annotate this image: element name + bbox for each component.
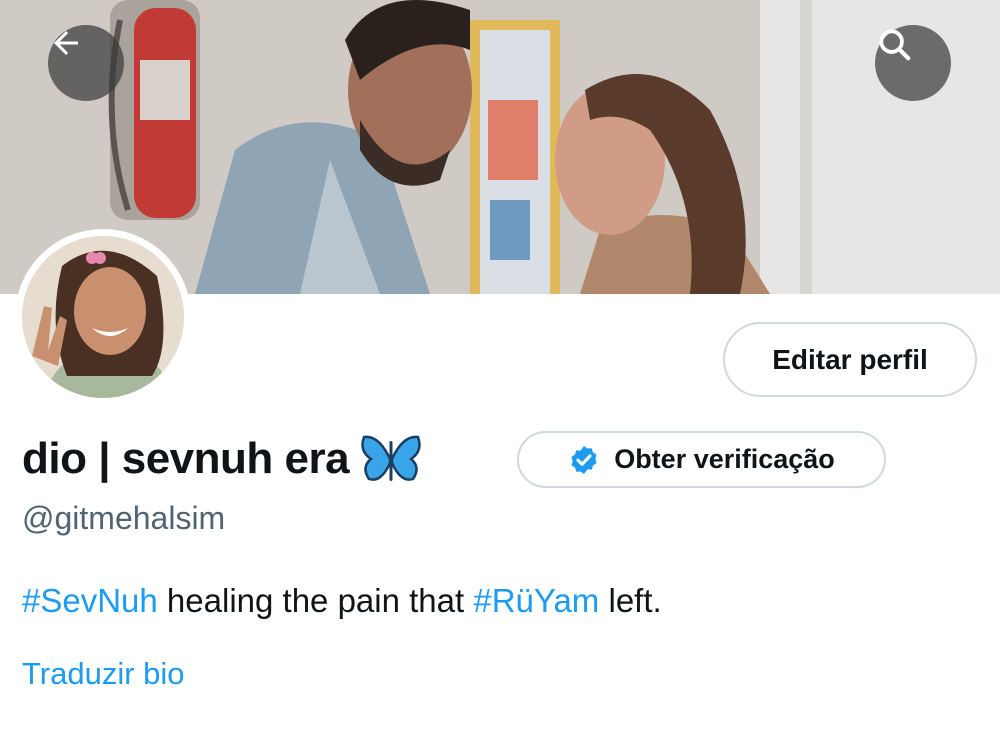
bio-text: healing the pain that (157, 582, 474, 619)
user-handle: @gitmehalsim (22, 500, 226, 536)
get-verified-label: Obter verificação (614, 444, 835, 474)
hashtag-link-sevnuh[interactable]: #SevNuh (22, 582, 158, 619)
bio: #SevNuh healing the pain that #RüYam lef… (22, 582, 662, 620)
profile-page: Editar perfil dio | sevnuh era Obter ver… (0, 0, 1000, 729)
search-icon (879, 29, 911, 61)
arrow-left-icon (54, 31, 78, 55)
butterfly-icon (361, 435, 421, 481)
avatar-photo (22, 236, 184, 398)
edit-profile-label: Editar perfil (772, 343, 928, 375)
name-row: dio | sevnuh era (22, 428, 421, 490)
get-verified-button[interactable]: Obter verificação (517, 431, 886, 488)
back-button[interactable] (48, 25, 124, 101)
bio-text-end: left. (599, 582, 662, 619)
search-button[interactable] (875, 25, 951, 101)
edit-profile-button[interactable]: Editar perfil (723, 322, 977, 397)
display-name: dio | sevnuh era (22, 434, 350, 483)
hashtag-link-ruyam[interactable]: #RüYam (473, 582, 599, 619)
avatar[interactable] (15, 229, 191, 405)
verified-badge-icon (571, 445, 597, 474)
translate-bio-link[interactable]: Traduzir bio (22, 656, 185, 692)
